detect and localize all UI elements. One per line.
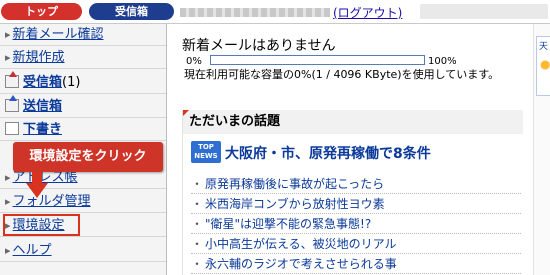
top-bar-right-area bbox=[420, 4, 548, 19]
sidebar-item-help[interactable]: ▸ ヘルプ bbox=[0, 240, 166, 262]
top-headline-link[interactable]: 大阪府・市、原発再稼働で8条件 bbox=[225, 143, 431, 163]
tab-inbox[interactable]: 受信箱 bbox=[89, 3, 174, 20]
sidebar-item-label: 新着メール確認 bbox=[12, 27, 104, 42]
quota-max-label: 100% bbox=[428, 56, 457, 67]
news-item[interactable]: ・永六輔のラジオで考えさせられる事 bbox=[191, 254, 521, 274]
sidebar-item-label: ヘルプ bbox=[12, 243, 52, 258]
topics-panel: ただいまの話題 TOP NEWS 大阪府・市、原発再稼働で8条件 ・原発再稼働後… bbox=[182, 110, 523, 275]
settings-highlight-box bbox=[3, 214, 80, 236]
sidebar-item-label: 受信箱 bbox=[23, 75, 63, 90]
quota-usage-text: 現在利用可能な容量の0%(1 / 4096 KByte)を使用しています。 bbox=[184, 68, 500, 81]
news-item-label: 永六輔のラジオで考えさせられる事 bbox=[205, 257, 397, 271]
sidebar-item-sent[interactable]: 送信箱 bbox=[0, 95, 166, 118]
news-item-label: "衛星"は迎撃不能の緊急事態!? bbox=[205, 217, 372, 231]
bullet-icon: ・ bbox=[191, 217, 204, 231]
inbox-icon bbox=[5, 71, 19, 88]
bullet-icon: ・ bbox=[191, 237, 204, 251]
quota-min-label: 0% bbox=[186, 56, 202, 67]
draft-icon bbox=[5, 122, 19, 135]
logout-link[interactable]: (ログアウト) bbox=[333, 6, 402, 20]
news-item[interactable]: ・小中高生が伝える、被災地のリアル bbox=[191, 234, 521, 254]
tab-top[interactable]: トップ bbox=[1, 3, 82, 20]
inbox-count: (1) bbox=[62, 75, 81, 90]
arrow-icon: ▸ bbox=[5, 195, 11, 208]
top-news-badge: TOP NEWS bbox=[191, 141, 221, 163]
bullet-icon: ・ bbox=[191, 197, 204, 211]
blurred-address bbox=[180, 8, 330, 17]
weather-label: 天 bbox=[539, 42, 549, 52]
news-item[interactable]: ・米西海岸コンブから放射性ヨウ素 bbox=[191, 194, 521, 214]
down-arrow-icon bbox=[26, 172, 48, 198]
sidebar-item-drafts[interactable]: 下書き bbox=[0, 119, 166, 141]
sidebar-item-check-new-mail[interactable]: ▸ 新着メール確認 bbox=[0, 24, 166, 46]
sidebar-item-compose[interactable]: ▸ 新規作成 bbox=[0, 47, 166, 69]
arrow-icon: ▸ bbox=[5, 244, 11, 257]
quota-progress-bar bbox=[210, 55, 425, 65]
sidebar-item-label: 新規作成 bbox=[12, 50, 65, 65]
main-content: 新着メールはありません 0% 100% 現在利用可能な容量の0%(1 / 409… bbox=[168, 24, 533, 275]
sidebar-item-folder-management[interactable]: ▸ フォルダ管理 bbox=[0, 191, 166, 213]
news-item-label: 原発再稼働後に事故が起こったら bbox=[205, 177, 385, 191]
topics-heading: ただいまの話題 bbox=[183, 110, 523, 134]
top-bar: トップ 受信箱 (ログアウト) bbox=[0, 0, 550, 24]
arrow-icon: ▸ bbox=[5, 51, 11, 64]
sidebar-item-label: 送信箱 bbox=[23, 99, 63, 114]
bullet-icon: ・ bbox=[191, 257, 204, 271]
instruction-callout: 環境設定をクリック bbox=[13, 142, 163, 172]
arrow-icon: ▸ bbox=[5, 28, 11, 41]
sent-icon bbox=[5, 95, 19, 112]
news-item-label: 小中高生が伝える、被災地のリアル bbox=[205, 237, 397, 251]
sun-icon bbox=[538, 58, 550, 72]
news-item[interactable]: ・原発再稼働後に事故が起こったら bbox=[191, 174, 521, 194]
no-new-mail-message: 新着メールはありません bbox=[182, 38, 336, 54]
bullet-icon: ・ bbox=[191, 177, 204, 191]
logout-link-wrapper: (ログアウト) bbox=[333, 4, 402, 21]
sidebar-item-label: 下書き bbox=[23, 122, 63, 137]
news-item[interactable]: ・ "衛星"は迎撃不能の緊急事態!? bbox=[191, 214, 521, 234]
arrow-icon: ▸ bbox=[5, 171, 11, 184]
sidebar-item-inbox[interactable]: 受信箱(1) bbox=[0, 71, 166, 94]
news-item-label: 米西海岸コンブから放射性ヨウ素 bbox=[205, 197, 385, 211]
sidebar-item-label: フォルダ管理 bbox=[12, 194, 91, 209]
